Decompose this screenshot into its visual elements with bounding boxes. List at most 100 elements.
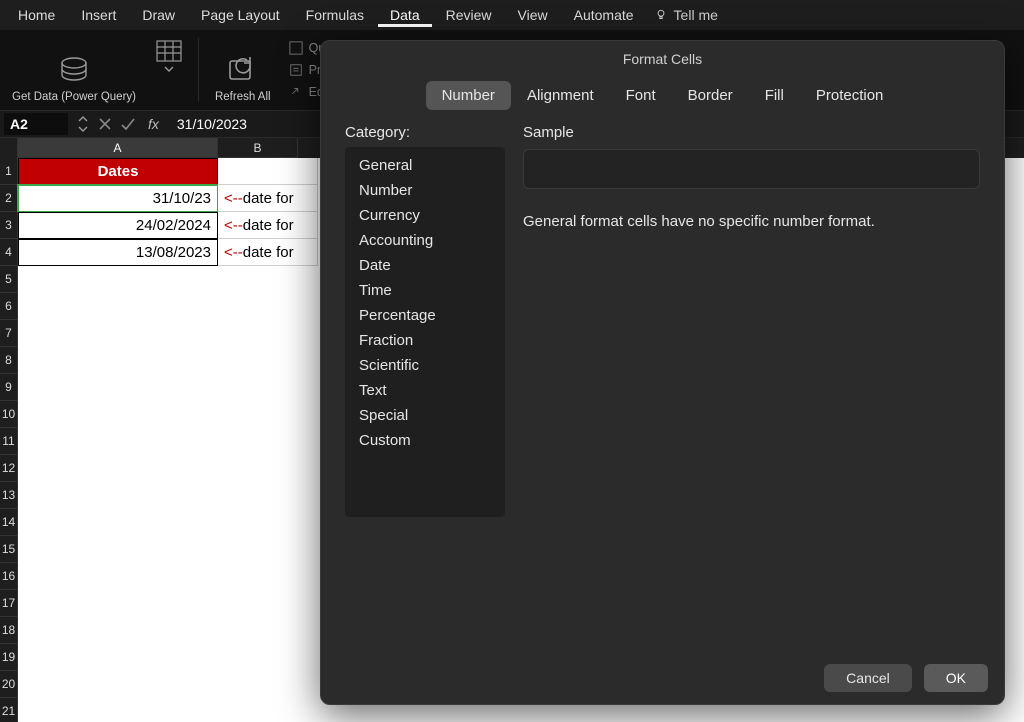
get-data-button[interactable]: Get Data (Power Query) [6,34,142,106]
cell[interactable] [218,509,318,536]
cell[interactable] [18,563,218,590]
category-list[interactable]: GeneralNumberCurrencyAccountingDateTimeP… [345,147,505,517]
cell[interactable] [218,347,318,374]
ribbon-tab-review[interactable]: Review [434,3,504,27]
cell[interactable] [218,590,318,617]
row-header[interactable]: 21 [0,698,18,722]
fx-button[interactable]: fx [144,116,163,132]
cell[interactable]: 13/08/2023 [18,239,218,266]
row-header[interactable]: 9 [0,374,18,401]
category-item[interactable]: Percentage [345,303,505,328]
ribbon-tab-formulas[interactable]: Formulas [294,3,376,27]
cell[interactable] [218,401,318,428]
row-header[interactable]: 19 [0,644,18,671]
category-item[interactable]: Time [345,278,505,303]
dialog-tab-number[interactable]: Number [426,81,511,110]
cancel-edit-button[interactable] [98,117,112,131]
cell[interactable] [218,266,318,293]
row-header[interactable]: 1 [0,158,18,185]
cell[interactable]: <-- date for [218,239,318,266]
cell[interactable]: Dates [18,158,218,185]
category-item[interactable]: Text [345,378,505,403]
dialog-tab-alignment[interactable]: Alignment [511,81,610,110]
ribbon-tab-draw[interactable]: Draw [130,3,187,27]
row-header[interactable]: 20 [0,671,18,698]
cell[interactable] [218,428,318,455]
cell[interactable] [218,158,318,185]
category-item[interactable]: Date [345,253,505,278]
row-header[interactable]: 10 [0,401,18,428]
ribbon-tab-home[interactable]: Home [6,3,67,27]
cell[interactable]: 24/02/2024 [18,212,218,239]
queries-dropdown[interactable] [150,34,188,106]
row-header[interactable]: 8 [0,347,18,374]
row-header[interactable]: 11 [0,428,18,455]
cell[interactable]: 31/10/23 [18,185,218,212]
cell[interactable] [218,671,318,698]
row-header[interactable]: 13 [0,482,18,509]
cell[interactable] [218,482,318,509]
cell[interactable]: <-- date for [218,185,318,212]
ok-button[interactable]: OK [924,664,988,692]
cell[interactable] [218,536,318,563]
cell[interactable] [18,617,218,644]
cell[interactable] [18,266,218,293]
cell[interactable] [18,347,218,374]
cell[interactable] [18,428,218,455]
cell[interactable] [18,590,218,617]
category-item[interactable]: Special [345,403,505,428]
cancel-button[interactable]: Cancel [824,664,912,692]
row-header[interactable]: 2 [0,185,18,212]
ribbon-tab-view[interactable]: View [506,3,560,27]
cell[interactable]: <-- date for [218,212,318,239]
row-header[interactable]: 12 [0,455,18,482]
dialog-tab-border[interactable]: Border [672,81,749,110]
category-item[interactable]: Fraction [345,328,505,353]
cell[interactable] [18,698,218,722]
column-header-a[interactable]: A [18,138,218,158]
cell[interactable] [18,320,218,347]
category-item[interactable]: Scientific [345,353,505,378]
cell[interactable] [18,374,218,401]
cell[interactable] [18,293,218,320]
cell[interactable] [18,401,218,428]
category-item[interactable]: General [345,153,505,178]
cell[interactable] [18,671,218,698]
ribbon-tab-automate[interactable]: Automate [562,3,646,27]
ribbon-tab-data[interactable]: Data [378,3,432,27]
cell[interactable] [218,374,318,401]
row-header[interactable]: 4 [0,239,18,266]
row-header[interactable]: 17 [0,590,18,617]
column-header-b[interactable]: B [218,138,298,158]
dialog-tab-font[interactable]: Font [610,81,672,110]
ribbon-tab-page-layout[interactable]: Page Layout [189,3,292,27]
cell[interactable] [18,509,218,536]
row-header[interactable]: 6 [0,293,18,320]
row-header[interactable]: 5 [0,266,18,293]
select-all-corner[interactable] [0,138,18,158]
cell[interactable] [218,563,318,590]
dialog-tab-fill[interactable]: Fill [749,81,800,110]
cell[interactable] [218,698,318,722]
row-header[interactable]: 16 [0,563,18,590]
cell[interactable] [18,644,218,671]
cell[interactable] [218,617,318,644]
row-header[interactable]: 14 [0,509,18,536]
cell[interactable] [18,455,218,482]
cell[interactable] [18,536,218,563]
cell[interactable] [218,644,318,671]
row-header[interactable]: 7 [0,320,18,347]
ribbon-tab-insert[interactable]: Insert [69,3,128,27]
tell-me-search[interactable]: Tell me [654,7,718,23]
category-item[interactable]: Custom [345,428,505,453]
accept-edit-button[interactable] [120,117,136,131]
cell[interactable] [218,320,318,347]
name-box-stepper[interactable] [76,114,90,134]
category-item[interactable]: Accounting [345,228,505,253]
row-header[interactable]: 18 [0,617,18,644]
category-item[interactable]: Number [345,178,505,203]
cell[interactable] [18,482,218,509]
row-header[interactable]: 15 [0,536,18,563]
cell[interactable] [218,455,318,482]
name-box[interactable]: A2 [4,113,68,135]
